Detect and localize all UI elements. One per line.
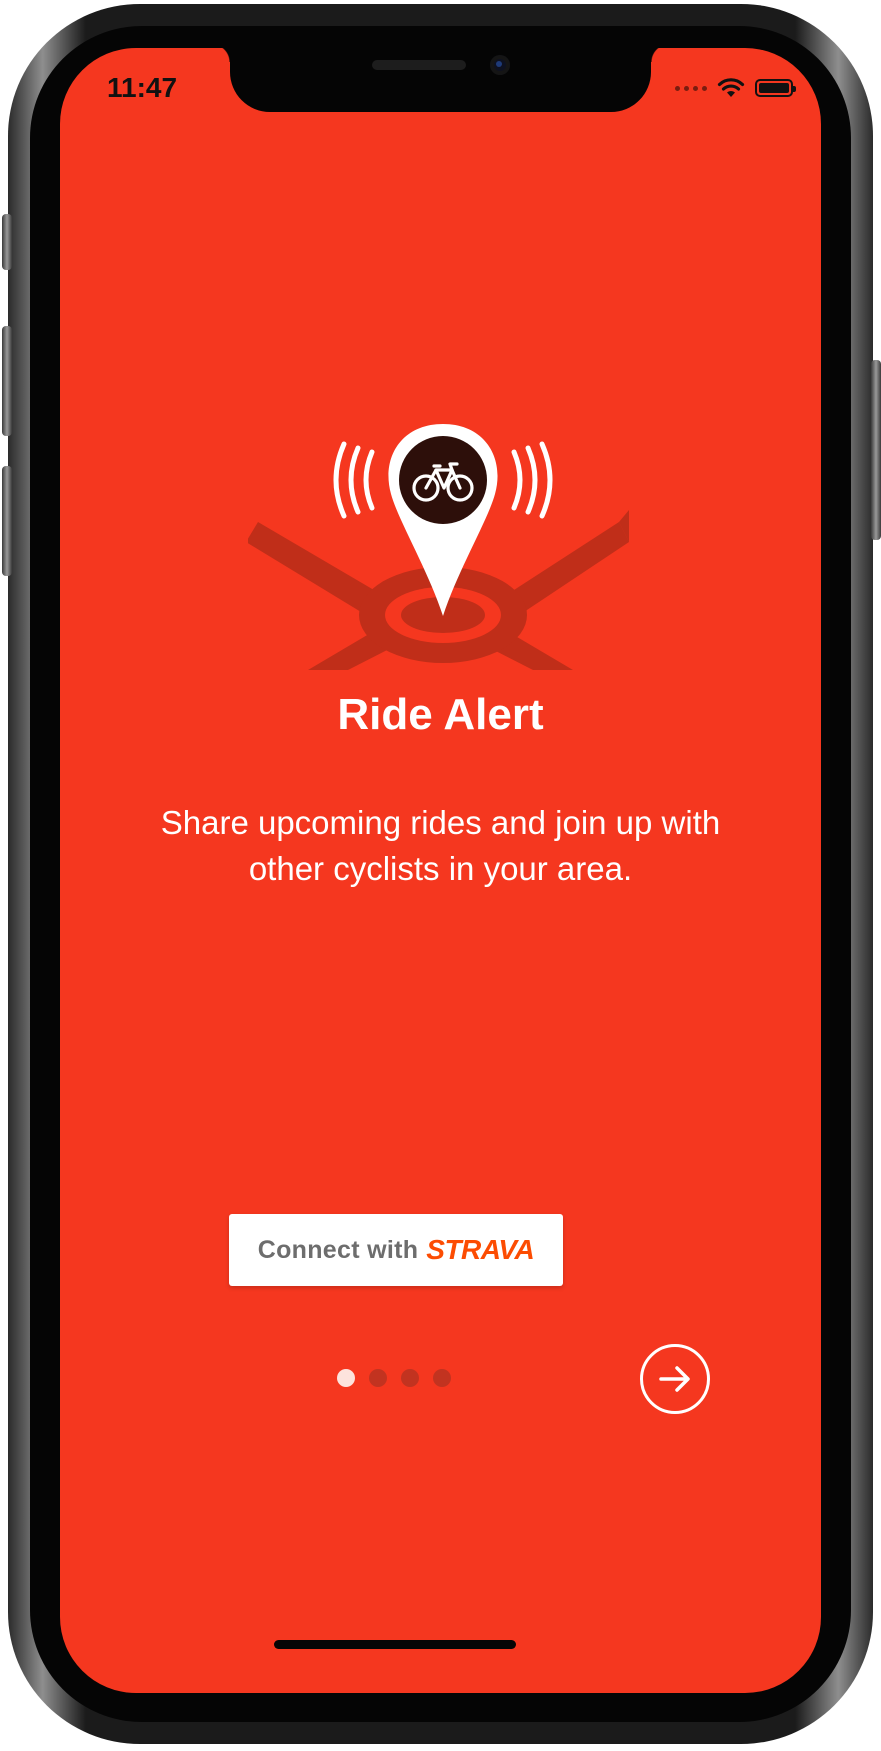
strava-logo: STRAVA [426,1234,535,1265]
next-button[interactable] [640,1344,710,1414]
page-dot-2[interactable] [369,1369,387,1387]
home-indicator[interactable] [274,1640,516,1649]
notch [212,48,669,112]
page-indicator[interactable] [337,1369,451,1387]
ride-alert-illustration-icon [248,424,629,670]
front-camera [490,55,510,75]
power-button [871,360,881,540]
volume-up-button [2,326,12,436]
onboarding-title: Ride Alert [337,690,544,739]
speaker-grille [372,60,466,70]
signal-icon [675,85,707,91]
volume-down-button [2,466,12,576]
app-screen: 11:47 Ride Alert Share upcoming rides an… [60,48,821,1693]
battery-icon [755,79,796,97]
page-dot-4[interactable] [433,1369,451,1387]
status-indicators [675,78,796,98]
arrow-right-icon [659,1366,690,1392]
page-dot-1[interactable] [337,1369,355,1387]
status-time: 11:47 [107,72,178,103]
page-dot-3[interactable] [401,1369,419,1387]
onboarding-description: Share upcoming rides and join up with ot… [160,804,721,887]
wifi-icon [717,78,745,97]
connect-with-strava-button[interactable]: Connect with STRAVA [229,1214,563,1286]
connect-button-label: Connect with [257,1235,419,1264]
silent-switch [2,214,12,270]
